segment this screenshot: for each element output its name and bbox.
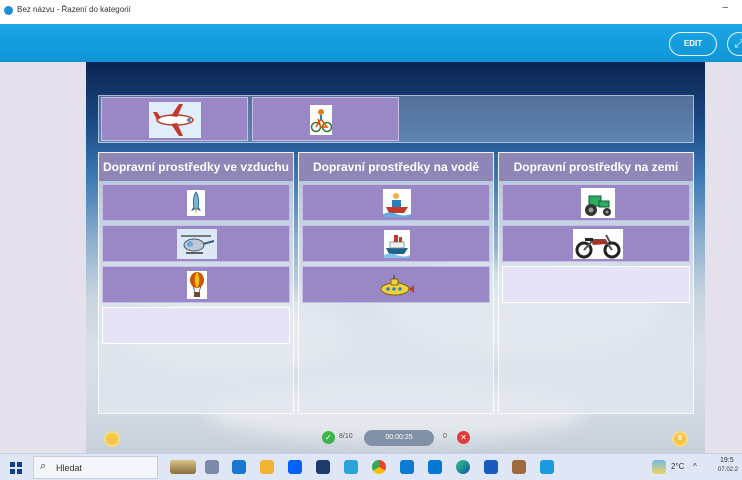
category-column-water[interactable]: Dopravní prostředky na vodě: [298, 152, 494, 414]
empty-drop-slot[interactable]: [502, 266, 690, 303]
edit-button[interactable]: EDIT: [669, 32, 717, 56]
weather-icon[interactable]: [652, 460, 666, 474]
search-label: Hledat: [56, 463, 83, 473]
word-icon[interactable]: [484, 460, 498, 474]
status-bar: ✓ 8/10 00:00:25 0 ✕: [322, 429, 474, 447]
tractor-icon: [581, 188, 615, 218]
motorboat-icon: [383, 189, 411, 217]
app-icon: [4, 6, 13, 15]
top-toolbar: [0, 24, 742, 62]
mail-icon[interactable]: [400, 460, 414, 474]
minimize-button[interactable]: –: [722, 2, 728, 13]
hint-button[interactable]: [104, 431, 120, 447]
left-margin: [0, 62, 86, 453]
category-card-motorcycle[interactable]: [502, 225, 690, 262]
clock-time[interactable]: 19:5: [720, 457, 734, 464]
weather-landscape-icon[interactable]: [170, 460, 196, 474]
check-icon: ✓: [322, 431, 335, 444]
windows-start-icon[interactable]: [10, 462, 22, 474]
task-view-icon[interactable]: [205, 460, 219, 474]
category-card-steamship[interactable]: [302, 225, 490, 262]
bicycle-icon: [310, 105, 332, 135]
empty-drop-slot[interactable]: [102, 307, 290, 344]
airplane-icon: [149, 102, 201, 138]
store-icon[interactable]: [428, 460, 442, 474]
rocket-icon: [187, 190, 205, 216]
category-header: Dopravní prostředky na vodě: [299, 153, 493, 181]
activity-stage: Dopravní prostředky ve vzduchu Dopravní …: [86, 62, 705, 453]
taskbar-search-box[interactable]: ⌕ Hledat: [33, 456, 158, 479]
window-titlebar: Bez názvu - Řazení do kategorií –: [0, 0, 742, 24]
error-count: 0: [443, 433, 447, 440]
amazon-icon[interactable]: [316, 460, 330, 474]
correct-count: 8/10: [339, 433, 353, 440]
category-card-rocket[interactable]: [102, 184, 290, 221]
paint-icon[interactable]: [512, 460, 526, 474]
category-card-tractor[interactable]: [502, 184, 690, 221]
tray-arrow-icon[interactable]: ^: [693, 462, 697, 471]
source-card-airplane[interactable]: [101, 97, 248, 141]
category-column-land[interactable]: Dopravní prostředky na zemi: [498, 152, 694, 414]
category-card-balloon[interactable]: [102, 266, 290, 303]
submarine-icon: [380, 275, 414, 296]
search-icon: ⌕: [40, 460, 47, 472]
app-icon[interactable]: [540, 460, 554, 474]
error-icon: ✕: [457, 431, 470, 444]
category-card-motorboat[interactable]: [302, 184, 490, 221]
motorcycle-icon: [573, 229, 623, 259]
dropbox-icon[interactable]: [288, 460, 302, 474]
right-margin: [705, 62, 742, 453]
helicopter-icon: [177, 229, 217, 259]
hot-air-balloon-icon: [187, 271, 207, 299]
source-card-bicycle[interactable]: [252, 97, 399, 141]
windows-taskbar: ⌕ Hledat 2°C ^ 19:5 07.02.2: [0, 453, 742, 480]
category-column-air[interactable]: Dopravní prostředky ve vzduchu: [98, 152, 294, 414]
weather-temperature[interactable]: 2°C: [671, 462, 684, 471]
media-player-icon[interactable]: [344, 460, 358, 474]
steamship-icon: [384, 230, 410, 258]
category-header: Dopravní prostředky ve vzduchu: [99, 153, 293, 181]
category-card-submarine[interactable]: [302, 266, 490, 303]
chrome-icon[interactable]: [372, 460, 386, 474]
pause-button[interactable]: II: [672, 431, 688, 447]
timer: 00:00:25: [364, 430, 434, 446]
window-title: Bez názvu - Řazení do kategorií: [17, 5, 131, 14]
category-header: Dopravní prostředky na zemi: [499, 153, 693, 181]
category-card-helicopter[interactable]: [102, 225, 290, 262]
file-explorer-icon[interactable]: [260, 460, 274, 474]
zoom-search-icon[interactable]: [232, 460, 246, 474]
clock-date[interactable]: 07.02.2: [718, 467, 738, 473]
edge-icon[interactable]: [456, 460, 470, 474]
